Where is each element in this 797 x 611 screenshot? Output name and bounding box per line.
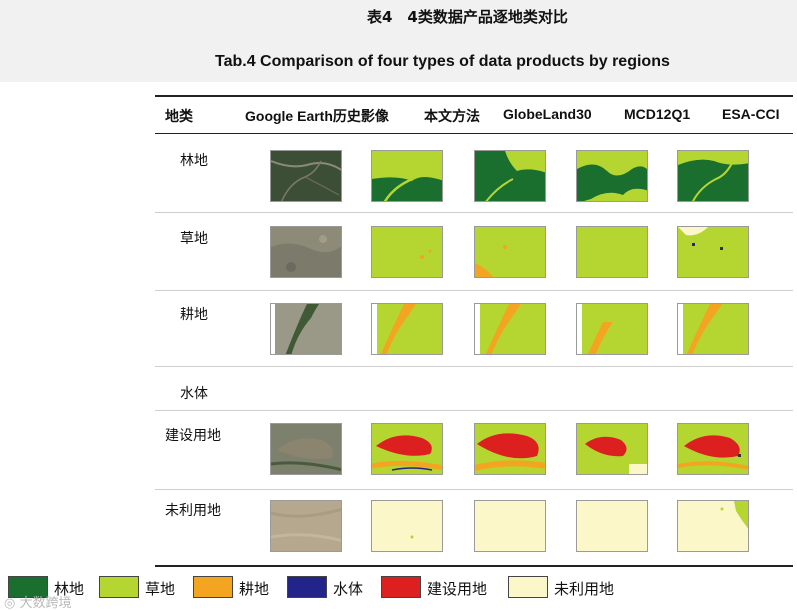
classification-map-grassland [576,226,648,278]
classification-map-built-up [474,423,546,475]
classification-map-unused [371,500,443,552]
classification-map-built-up [576,423,648,475]
table-top-rule [155,95,793,97]
satellite-image-cropland [270,303,342,355]
table-bottom-rule [155,565,793,567]
legend-label-cropland: 耕地 [239,580,270,598]
legend-swatch-cropland [193,576,233,598]
satellite-image-built-up [270,423,342,475]
row-label-unused: 未利用地 [165,503,221,519]
watermark-icon: ◎ [4,596,16,611]
row-separator [155,366,793,367]
classification-map-grassland [371,226,443,278]
classification-map-unused [677,500,749,552]
classification-map-grassland [677,226,749,278]
classification-map-forest [677,150,749,202]
row-label-cropland: 耕地 [180,307,208,323]
classification-map-cropland [474,303,546,355]
legend-label-built-up: 建设用地 [427,580,488,598]
row-label-forest: 林地 [180,153,208,169]
column-header-google-earth: Google Earth历史影像 [245,108,389,124]
classification-map-cropland [677,303,749,355]
classification-map-unused [576,500,648,552]
row-separator [155,290,793,291]
classification-map-forest [474,150,546,202]
classification-map-cropland [371,303,443,355]
column-header-esa-cci: ESA-CCI [722,106,780,122]
satellite-image-forest [270,150,342,202]
legend-swatch-grassland [99,576,139,598]
classification-map-forest [371,150,443,202]
classification-map-grassland [474,226,546,278]
row-separator [155,489,793,490]
column-header-landclass: 地类 [165,108,193,124]
classification-map-unused [474,500,546,552]
classification-map-built-up [371,423,443,475]
classification-map-built-up [677,423,749,475]
satellite-image-grassland [270,226,342,278]
watermark-logo: ◎ 大数跨境 [4,592,72,611]
table-title-english: Tab.4 Comparison of four types of data p… [215,53,670,70]
row-label-built-up: 建设用地 [165,428,221,444]
legend-swatch-water [287,576,327,598]
row-separator [155,410,793,411]
table-header-rule [155,133,793,134]
column-header-this-method: 本文方法 [424,108,480,124]
classification-map-forest [576,150,648,202]
legend-label-water: 水体 [333,580,364,598]
row-separator [155,212,793,213]
legend-swatch-built-up [381,576,421,598]
legend-label-grassland: 草地 [145,580,176,598]
satellite-image-unused [270,500,342,552]
row-label-water: 水体 [180,386,208,402]
column-header-mcd12q1: MCD12Q1 [624,106,691,122]
watermark-text: 大数跨境 [19,596,72,611]
column-header-globeland30: GlobeLand30 [503,106,592,122]
row-label-grassland: 草地 [180,231,208,247]
legend-label-unused: 未利用地 [554,580,615,598]
table-title-chinese: 表4 4类数据产品逐地类对比 [367,8,568,26]
classification-map-cropland [576,303,648,355]
legend-swatch-unused [508,576,548,598]
